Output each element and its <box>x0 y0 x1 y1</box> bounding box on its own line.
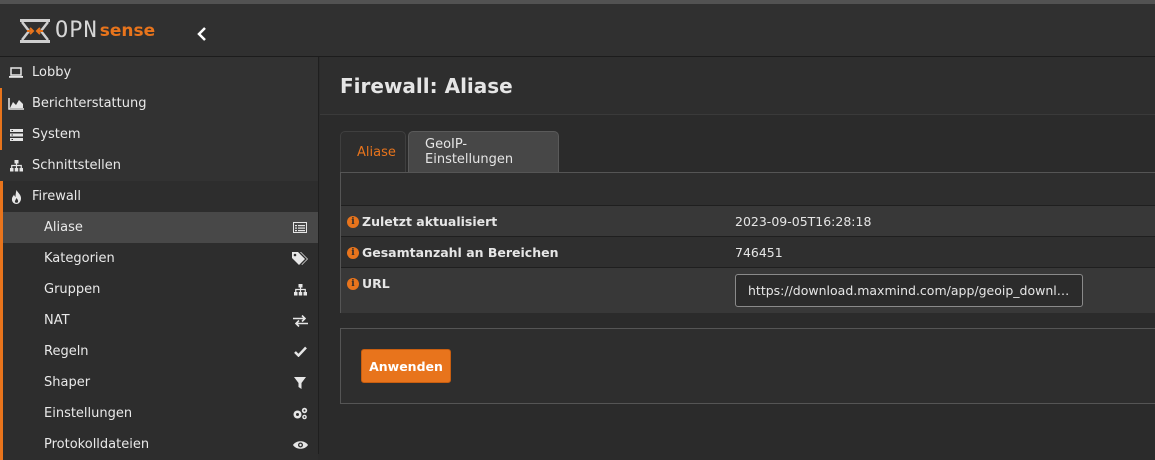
sidebar-item-label: Protokolldateien <box>44 437 150 452</box>
sidebar-item-einstellungen[interactable]: Einstellungen <box>0 398 318 429</box>
sidebar-item-system[interactable]: System <box>0 119 318 150</box>
sidebar-item-regeln[interactable]: Regeln <box>0 336 318 367</box>
info-icon[interactable]: i <box>347 246 359 259</box>
table-row: i URL https://download.maxmind.com/app/g… <box>341 267 1155 313</box>
last-updated-value: 2023-09-05T16:28:18 <box>735 214 872 229</box>
server-icon <box>8 128 24 141</box>
tags-icon <box>292 252 308 265</box>
sidebar-item-gruppen[interactable]: Gruppen <box>0 274 318 305</box>
sidebar-item-label: NAT <box>44 313 70 328</box>
sidebar-item-label: Kategorien <box>44 251 115 266</box>
action-panel: Anwenden <box>340 328 1155 404</box>
sidebar-item-nat[interactable]: NAT <box>0 305 318 336</box>
sitemap-icon <box>292 283 308 296</box>
sidebar-item-berichterstattung[interactable]: Berichterstattung <box>0 88 318 119</box>
row-label-text: Zuletzt aktualisiert <box>362 214 498 229</box>
exchange-icon <box>292 314 308 327</box>
laptop-icon <box>8 67 24 78</box>
eye-icon <box>292 440 308 450</box>
total-ranges-value: 746451 <box>735 245 783 260</box>
tab-strip: Aliase GeoIP-Einstellungen <box>320 115 1155 172</box>
row-label-text: Gesamtanzahl an Bereichen <box>362 245 559 260</box>
geoip-settings-table: i Zuletzt aktualisiert 2023-09-05T16:28:… <box>340 172 1155 313</box>
sidebar-item-label: Schnittstellen <box>32 158 122 173</box>
info-icon[interactable]: i <box>347 215 359 228</box>
list-alt-icon <box>292 222 308 233</box>
main-content: Firewall: Aliase Aliase GeoIP-Einstellun… <box>320 57 1155 454</box>
sidebar-collapse-button[interactable] <box>192 24 212 44</box>
logo-sense-text: sense <box>99 21 156 41</box>
logo-text: OPN <box>55 18 98 43</box>
sidebar-item-label: Firewall <box>32 189 82 204</box>
sidebar-item-label: Aliase <box>44 220 83 235</box>
top-bar: OPN sense <box>0 0 1155 57</box>
table-row: i Gesamtanzahl an Bereichen 746451 <box>341 236 1155 267</box>
sidebar-item-shaper[interactable]: Shaper <box>0 367 318 398</box>
apply-button[interactable]: Anwenden <box>361 349 451 383</box>
opnsense-logo[interactable]: OPN sense <box>19 17 155 45</box>
row-label: i Zuletzt aktualisiert <box>347 214 497 229</box>
sidebar-item-label: Regeln <box>44 344 89 359</box>
page-title: Firewall: Aliase <box>340 73 513 98</box>
sidebar-item-label: Shaper <box>44 375 91 390</box>
check-icon <box>292 346 308 357</box>
sitemap-icon <box>8 159 24 172</box>
row-label: i Gesamtanzahl an Bereichen <box>347 245 559 260</box>
sidebar-item-lobby[interactable]: Lobby <box>0 57 318 88</box>
url-input[interactable]: https://download.maxmind.com/app/geoip_d… <box>735 274 1083 307</box>
table-header-row <box>341 173 1155 206</box>
table-row: i Zuletzt aktualisiert 2023-09-05T16:28:… <box>341 205 1155 236</box>
sidebar-item-label: System <box>32 127 81 142</box>
sidebar-item-schnittstellen[interactable]: Schnittstellen <box>0 150 318 181</box>
sidebar-item-label: Berichterstattung <box>32 96 147 111</box>
sidebar-item-label: Gruppen <box>44 282 101 297</box>
sidebar-item-protokolldateien[interactable]: Protokolldateien <box>0 429 318 460</box>
sidebar-item-label: Einstellungen <box>44 406 133 421</box>
sidebar-item-label: Lobby <box>32 65 72 80</box>
sidebar-item-firewall[interactable]: Firewall <box>0 181 318 212</box>
opnsense-logo-mark-icon <box>19 17 51 45</box>
sidebar-item-aliase[interactable]: Aliase <box>0 212 318 243</box>
tab-geoip-einstellungen[interactable]: GeoIP-Einstellungen <box>408 131 559 172</box>
area-chart-icon <box>8 97 24 110</box>
row-label-text: URL <box>362 276 390 291</box>
row-label: i URL <box>347 276 390 291</box>
chevron-left-icon <box>197 27 206 41</box>
sidebar-item-kategorien[interactable]: Kategorien <box>0 243 318 274</box>
filter-icon <box>292 376 308 389</box>
fire-icon <box>8 189 24 204</box>
page-header: Firewall: Aliase <box>320 57 1155 115</box>
info-icon[interactable]: i <box>347 277 359 290</box>
cogs-icon <box>292 407 308 420</box>
sidebar: Lobby Berichterstattung System Schnittst… <box>0 57 319 460</box>
tab-aliase[interactable]: Aliase <box>340 131 406 172</box>
